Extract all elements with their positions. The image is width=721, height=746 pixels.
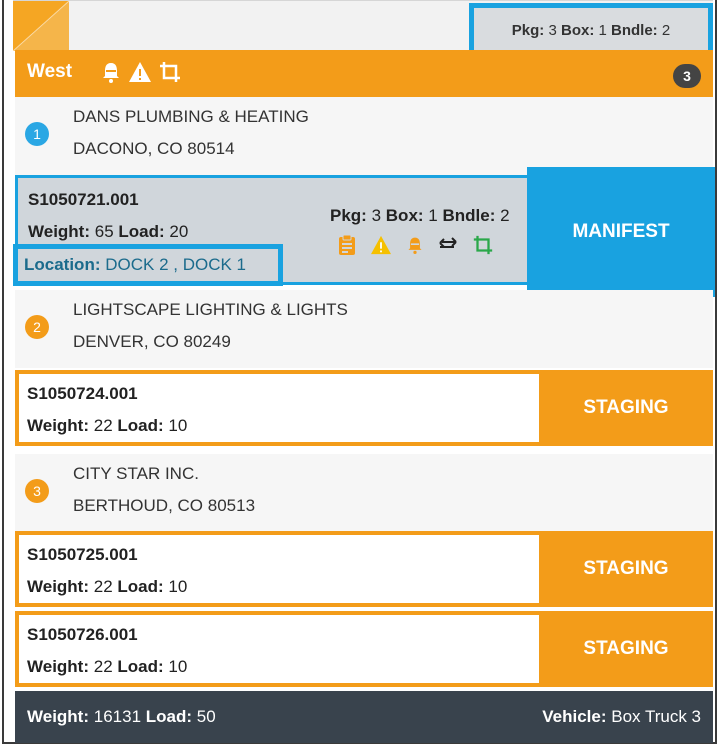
shipment-id: S1050725.001 [27, 545, 138, 564]
customer-stop[interactable]: 3 CITY STAR INC. BERTHOUD, CO 80513 [15, 454, 713, 532]
customer-name: DANS PLUMBING & HEATING [73, 107, 309, 126]
shipment-location: Location: DOCK 2 , DOCK 1 [13, 244, 283, 286]
route-totals: Weight: 16131 Load: 50 [27, 707, 216, 727]
staging-button[interactable]: STAGING [539, 370, 713, 446]
box-label: Box: [560, 22, 595, 39]
crop-icon[interactable] [472, 234, 494, 256]
load-value: 10 [168, 416, 188, 435]
shipment-row[interactable]: S1050725.001 Weight: 22 Load: 10 STAGING [15, 531, 713, 607]
swap-arrows-icon[interactable] [438, 237, 458, 253]
shipment-weight: Weight: 65 Load: 20 [28, 222, 188, 242]
weight-value: 22 [93, 657, 113, 676]
shipment-row[interactable]: S1050724.001 Weight: 22 Load: 10 STAGING [15, 370, 713, 446]
shipment-weight: Weight: 22 Load: 10 [27, 577, 187, 597]
route-title: West [27, 61, 73, 82]
customer-address: DENVER, CO 80249 [73, 332, 231, 351]
weight-label: Weight: [27, 707, 90, 726]
box-label: Box: [385, 206, 424, 225]
pkg-value: 3 [548, 22, 557, 39]
route-status-icons [100, 60, 182, 84]
shipment-card[interactable]: S1050724.001 Weight: 22 Load: 10 [19, 374, 539, 442]
manifest-button[interactable]: MANIFEST [527, 167, 715, 297]
route-header[interactable]: West 3 [15, 50, 713, 97]
box-value: 1 [598, 22, 607, 39]
staging-button-label: STAGING [583, 558, 669, 579]
customer-name: LIGHTSCAPE LIGHTING & LIGHTS [73, 300, 348, 319]
location-value: DOCK 2 , DOCK 1 [105, 255, 246, 274]
weight-value: 16131 [93, 707, 142, 726]
shipment-row[interactable]: S1050726.001 Weight: 22 Load: 10 STAGING [15, 611, 713, 687]
shipment-package-counts: Pkg: 3 Box: 1 Bndle: 2 [330, 206, 510, 226]
manifest-button-label: MANIFEST [572, 221, 670, 242]
staging-button-label: STAGING [583, 397, 669, 418]
customer-address: BERTHOUD, CO 80513 [73, 496, 256, 515]
load-label: Load: [118, 222, 165, 241]
customer-name: CITY STAR INC. [73, 464, 199, 483]
load-label: Load: [117, 577, 164, 596]
box-value: 1 [428, 206, 438, 225]
bell-icon[interactable] [406, 235, 424, 255]
load-value: 10 [168, 577, 188, 596]
shipment-weight: Weight: 22 Load: 10 [27, 657, 187, 677]
shipment-card[interactable]: S1050725.001 Weight: 22 Load: 10 [19, 535, 539, 603]
weight-label: Weight: [27, 657, 90, 676]
customer-stop[interactable]: 2 LIGHTSCAPE LIGHTING & LIGHTS DENVER, C… [15, 290, 713, 368]
crop-icon [160, 62, 180, 82]
weight-value: 65 [94, 222, 114, 241]
load-label: Load: [117, 416, 164, 435]
staging-button[interactable]: STAGING [539, 611, 713, 687]
bndle-label: Bndle: [442, 206, 496, 225]
clipboard-icon[interactable] [338, 234, 356, 256]
bndle-value: 2 [500, 206, 510, 225]
load-value: 20 [169, 222, 189, 241]
bell-icon [103, 63, 119, 83]
load-value: 50 [196, 707, 216, 726]
weight-label: Weight: [27, 577, 90, 596]
vehicle-info: Vehicle: Box Truck 3 [542, 707, 701, 727]
stop-number-badge: 3 [25, 479, 49, 503]
weight-value: 22 [93, 577, 113, 596]
load-label: Load: [145, 707, 193, 726]
customer-address: DACONO, CO 80514 [73, 139, 235, 158]
weight-value: 22 [93, 416, 113, 435]
bndle-value: 2 [661, 22, 671, 39]
weight-label: Weight: [27, 416, 90, 435]
warning-icon [129, 62, 151, 82]
bndle-label: Bndle: [611, 22, 658, 39]
stop-number-badge: 1 [25, 122, 49, 146]
route-stripe-icon [13, 1, 69, 51]
selected-shipment[interactable]: S1050721.001 Weight: 65 Load: 20 Pkg: 3 … [13, 167, 715, 297]
shipment-card[interactable]: S1050726.001 Weight: 22 Load: 10 [19, 615, 539, 683]
stop-number-badge: 2 [25, 315, 49, 339]
staging-button-label: STAGING [583, 638, 669, 659]
load-value: 10 [168, 657, 188, 676]
route-stop-count-badge: 3 [673, 64, 701, 88]
load-label: Load: [117, 657, 164, 676]
shipment-id: S1050721.001 [28, 190, 139, 209]
shipment-id: S1050726.001 [27, 625, 138, 644]
shipment-weight: Weight: 22 Load: 10 [27, 416, 187, 436]
shipment-card[interactable]: S1050721.001 Weight: 65 Load: 20 Pkg: 3 … [13, 175, 541, 286]
pkg-value: 3 [371, 206, 382, 225]
weight-label: Weight: [28, 222, 91, 241]
customer-stop[interactable]: 1 DANS PLUMBING & HEATING DACONO, CO 805… [15, 97, 713, 175]
vehicle-value: Box Truck 3 [611, 707, 701, 726]
staging-button[interactable]: STAGING [539, 531, 713, 607]
pkg-label: Pkg: [511, 22, 545, 39]
pkg-label: Pkg: [330, 206, 367, 225]
location-label: Location: [24, 255, 101, 274]
vehicle-label: Vehicle: [542, 707, 607, 726]
shipment-status-icons [338, 234, 494, 256]
top-bar: Pkg: 3 Box: 1 Bndle: 2 [13, 0, 713, 63]
shipment-id: S1050724.001 [27, 384, 138, 403]
warning-icon[interactable] [370, 235, 392, 255]
route-totals-footer: Weight: 16131 Load: 50 Vehicle: Box Truc… [15, 691, 713, 743]
